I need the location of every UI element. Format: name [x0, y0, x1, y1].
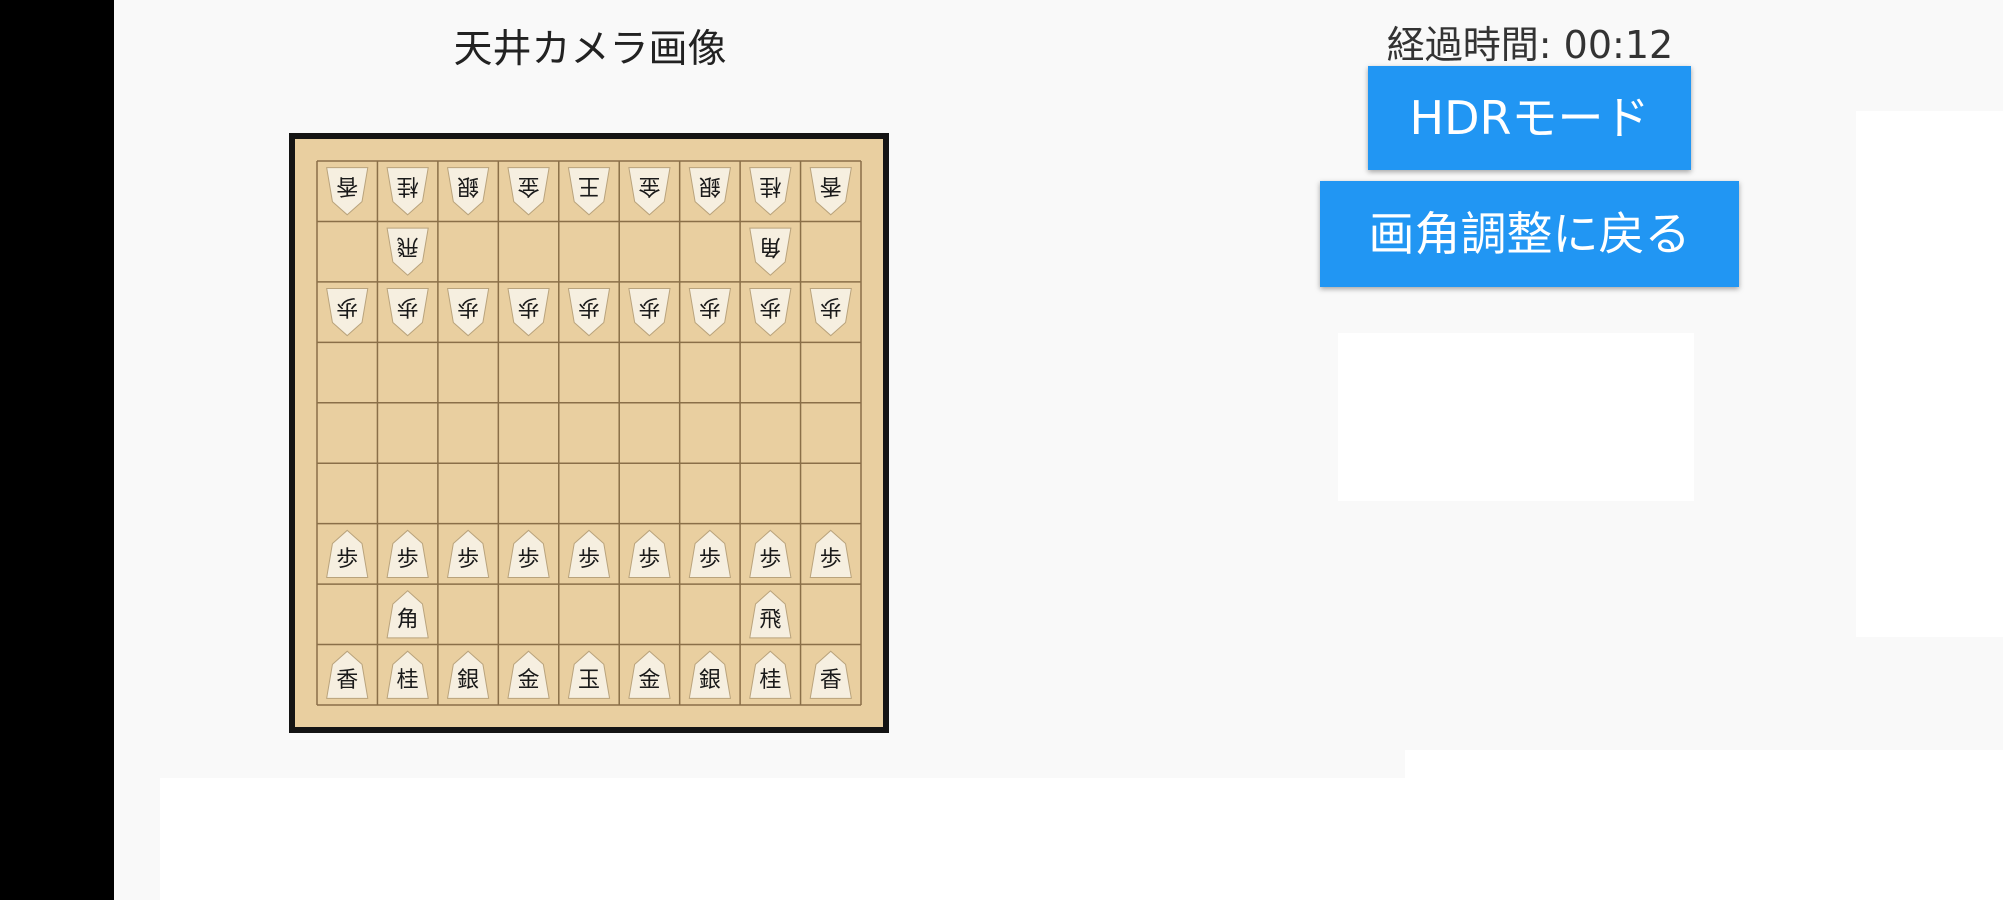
shogi-piece-label: 歩: [759, 294, 781, 319]
back-to-angle-adjust-button[interactable]: 画角調整に戻る: [1320, 181, 1739, 287]
shogi-piece-label: 歩: [457, 294, 479, 319]
shogi-piece-label: 玉: [578, 668, 600, 693]
shogi-piece-label: 歩: [518, 547, 540, 572]
shogi-piece-label: 歩: [759, 547, 781, 572]
blank-panel-bottom-right: [1405, 750, 2003, 900]
elapsed-time-label: 経過時間: 00:12: [1386, 23, 1674, 67]
shogi-piece-label: 香: [336, 173, 358, 198]
shogi-piece-label: 角: [397, 607, 419, 632]
shogi-piece-label: 歩: [397, 547, 419, 572]
blank-panel-bottom: [160, 778, 1405, 900]
shogi-piece-label: 歩: [336, 294, 358, 319]
shogi-piece-label: 歩: [820, 294, 842, 319]
shogi-piece-label: 金: [518, 173, 540, 198]
shogi-piece-label: 桂: [397, 173, 419, 198]
shogi-piece-label: 歩: [578, 294, 600, 319]
shogi-piece-label: 歩: [578, 547, 600, 572]
shogi-piece-label: 銀: [699, 668, 721, 693]
shogi-piece-label: 王: [578, 173, 600, 198]
shogi-piece-label: 歩: [820, 547, 842, 572]
shogi-piece-label: 金: [638, 668, 660, 693]
shogi-piece-label: 歩: [638, 547, 660, 572]
shogi-piece-label: 桂: [397, 668, 419, 693]
hdr-mode-button[interactable]: HDRモード: [1368, 66, 1691, 170]
shogi-piece-label: 金: [518, 668, 540, 693]
shogi-piece-label: 飛: [759, 607, 781, 632]
shogi-piece-label: 桂: [759, 668, 781, 693]
shogi-piece-label: 香: [820, 173, 842, 198]
blank-panel-middle: [1338, 333, 1694, 501]
camera-image-title: 天井カメラ画像: [453, 27, 727, 72]
shogi-piece-label: 歩: [638, 294, 660, 319]
blank-panel-right: [1856, 111, 2003, 637]
shogi-piece-label: 歩: [699, 294, 721, 319]
shogi-board-photo: 香桂銀金王金銀桂香飛角歩歩歩歩歩歩歩歩歩歩歩歩歩歩歩歩歩歩角飛香桂銀金玉金銀桂香: [289, 133, 889, 733]
shogi-piece-label: 銀: [457, 668, 479, 693]
shogi-piece-label: 香: [820, 668, 842, 693]
shogi-piece-label: 歩: [699, 547, 721, 572]
shogi-piece-label: 歩: [336, 547, 358, 572]
shogi-piece-label: 金: [638, 173, 660, 198]
shogi-piece-label: 銀: [699, 173, 721, 198]
left-black-bar: [0, 0, 114, 900]
shogi-piece-label: 角: [759, 234, 781, 259]
shogi-piece-label: 歩: [518, 294, 540, 319]
shogi-board: 香桂銀金王金銀桂香飛 角歩歩歩歩歩歩歩歩歩歩歩歩歩歩歩歩歩歩角 飛香桂銀金玉金銀桂香: [295, 139, 883, 727]
board-wood: [295, 139, 883, 727]
shogi-piece-label: 歩: [397, 294, 419, 319]
shogi-piece-label: 桂: [759, 173, 781, 198]
shogi-piece-label: 香: [336, 668, 358, 693]
shogi-piece-label: 飛: [397, 234, 419, 259]
shogi-piece-label: 歩: [457, 547, 479, 572]
shogi-piece-label: 銀: [457, 173, 479, 198]
